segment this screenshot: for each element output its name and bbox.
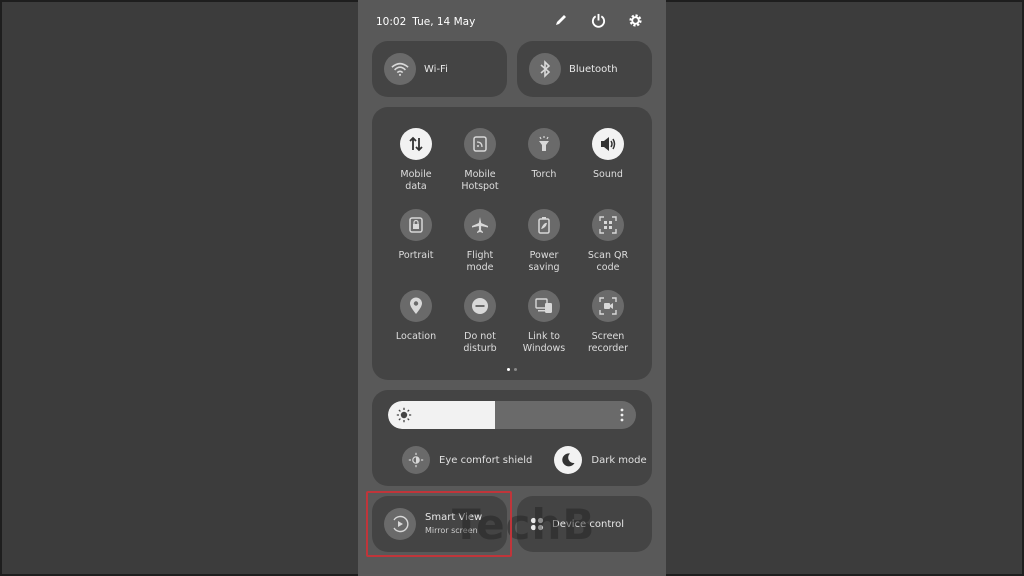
status-date: Tue, 14 May <box>412 16 476 28</box>
wifi-icon <box>384 53 416 85</box>
display-toggles: Eye comfort shield Dark mode <box>402 446 647 474</box>
moon-icon <box>554 446 583 474</box>
qs-label: Location <box>395 331 437 342</box>
wifi-tile[interactable]: Wi-Fi <box>372 41 507 97</box>
more-options-icon[interactable] <box>618 407 626 423</box>
airplane-icon <box>464 209 496 241</box>
torch-icon <box>528 128 560 160</box>
location-icon <box>400 290 432 322</box>
qs-link-to-windows[interactable]: Link to Windows <box>508 290 580 355</box>
qs-label: Torch <box>531 169 557 180</box>
link-to-windows-icon <box>528 290 560 322</box>
header-actions <box>552 11 644 29</box>
qs-mobile-hotspot[interactable]: Mobile Hotspot <box>444 128 516 193</box>
qs-label: Link to Windows <box>522 331 566 354</box>
qs-label: Screen recorder <box>587 331 629 354</box>
qs-power-saving[interactable]: Power saving <box>508 209 580 274</box>
bluetooth-label: Bluetooth <box>569 63 618 75</box>
qs-location[interactable]: Location <box>380 290 452 343</box>
dark-mode-toggle[interactable]: Dark mode <box>554 446 647 474</box>
qs-label: Mobile data <box>400 169 432 192</box>
do-not-disturb-icon <box>464 290 496 322</box>
dark-mode-label: Dark mode <box>591 454 647 466</box>
mobile-data-icon <box>400 128 432 160</box>
status-bar: 10:02 Tue, 14 May <box>376 14 475 30</box>
screen-recorder-icon <box>592 290 624 322</box>
page-dot[interactable] <box>514 368 517 371</box>
power-icon[interactable] <box>589 11 607 29</box>
wifi-label: Wi-Fi <box>424 63 448 75</box>
page-dot[interactable] <box>507 368 510 371</box>
qs-torch[interactable]: Torch <box>508 128 580 181</box>
display-card: Eye comfort shield Dark mode <box>372 390 652 486</box>
qs-label: Mobile Hotspot <box>461 169 499 192</box>
brightness-icon <box>396 407 412 423</box>
qs-scan-qr[interactable]: Scan QR code <box>572 209 644 274</box>
qs-sound[interactable]: Sound <box>572 128 644 181</box>
qr-scan-icon <box>592 209 624 241</box>
qs-label: Do not disturb <box>463 331 497 354</box>
edit-icon[interactable] <box>552 11 570 29</box>
qs-do-not-disturb[interactable]: Do not disturb <box>444 290 516 355</box>
portrait-lock-icon <box>400 209 432 241</box>
page-indicator <box>372 368 652 371</box>
settings-icon[interactable] <box>626 11 644 29</box>
sound-icon <box>592 128 624 160</box>
qs-label: Power saving <box>528 250 560 273</box>
status-time: 10:02 <box>376 16 407 28</box>
qs-label: Flight mode <box>466 250 494 273</box>
battery-saving-icon <box>528 209 560 241</box>
qs-label: Scan QR code <box>587 250 629 273</box>
qs-label: Sound <box>593 169 623 180</box>
qs-screen-recorder[interactable]: Screen recorder <box>572 290 644 355</box>
qs-portrait[interactable]: Portrait <box>380 209 452 262</box>
qs-label: Portrait <box>398 250 434 261</box>
quick-panel: 10:02 Tue, 14 May Wi-Fi Bluetooth Mobile… <box>358 0 666 576</box>
eye-comfort-toggle[interactable]: Eye comfort shield <box>402 446 532 474</box>
brightness-slider[interactable] <box>388 401 636 429</box>
qs-mobile-data[interactable]: Mobile data <box>380 128 452 193</box>
quick-settings-grid: Mobile data Mobile Hotspot Torch Sound P… <box>372 107 652 380</box>
bluetooth-tile[interactable]: Bluetooth <box>517 41 652 97</box>
qs-flight-mode[interactable]: Flight mode <box>444 209 516 274</box>
eye-comfort-icon <box>402 446 430 474</box>
smart-view-highlight-box <box>366 491 512 557</box>
eye-comfort-label: Eye comfort shield <box>439 454 533 466</box>
bluetooth-icon <box>529 53 561 85</box>
hotspot-icon <box>464 128 496 160</box>
